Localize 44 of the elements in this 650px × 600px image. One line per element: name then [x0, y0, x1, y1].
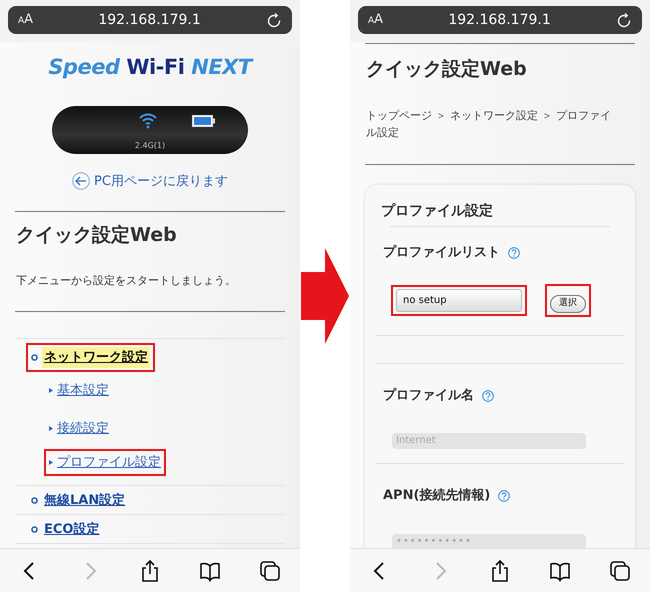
- text-size-button[interactable]: AA: [368, 10, 384, 30]
- intro-text: 下メニューから設定をスタートしましょう。: [16, 272, 237, 289]
- bullet-icon: [31, 354, 38, 361]
- input-field: Internet: [392, 433, 586, 450]
- select-field[interactable]: no setup: [396, 289, 522, 312]
- bullet-icon: [49, 460, 53, 465]
- bullet-icon: [49, 388, 53, 393]
- menu-link[interactable]: 無線LAN設定: [42, 490, 128, 512]
- field-label: プロファイルリスト: [383, 244, 500, 262]
- tabs-icon[interactable]: [259, 560, 281, 582]
- address-bar[interactable]: AA 192.168.179.1: [358, 6, 642, 34]
- address-bar[interactable]: AA 192.168.179.1: [8, 6, 292, 34]
- share-icon[interactable]: [139, 560, 161, 582]
- menu-link[interactable]: ネットワーク設定: [42, 346, 150, 368]
- card-title: プロファイル設定: [380, 202, 494, 221]
- band-label: 2.4G(1): [134, 140, 166, 152]
- page-title: クイック設定Web: [366, 58, 528, 81]
- field-label: プロファイル名: [383, 386, 474, 405]
- url-text: 192.168.179.1: [447, 10, 552, 30]
- share-icon[interactable]: [489, 560, 511, 582]
- submenu-link[interactable]: 基本設定: [57, 380, 109, 400]
- submenu-link[interactable]: 接続設定: [57, 418, 109, 438]
- help-icon[interactable]: [508, 246, 520, 259]
- back-link[interactable]: PC用ページに戻ります: [94, 172, 228, 191]
- text-size-button[interactable]: AA: [18, 10, 34, 30]
- menu-link[interactable]: ECO設定: [42, 518, 102, 540]
- field-label: APN(接続先情報): [383, 486, 490, 506]
- page-title: クイック設定Web: [16, 224, 178, 247]
- logo: Speed Wi-Fi NEXT: [48, 54, 252, 81]
- url-text: 192.168.179.1: [97, 10, 202, 30]
- reload-icon[interactable]: [266, 12, 282, 28]
- breadcrumb: トップページ ＞ ネットワーク設定 ＞ プロファイル設定: [366, 108, 612, 142]
- help-icon[interactable]: [482, 390, 494, 402]
- tabs-icon[interactable]: [609, 560, 631, 582]
- select-button[interactable]: 選択: [550, 295, 586, 313]
- help-icon[interactable]: [498, 490, 510, 502]
- bullet-icon: [31, 496, 38, 504]
- wifi-icon: [138, 110, 158, 128]
- arrow-icon: [301, 248, 349, 344]
- battery-icon: [192, 114, 215, 126]
- reload-icon[interactable]: [616, 12, 632, 28]
- bullet-icon: [31, 526, 38, 533]
- input-field: •••••••••••: [392, 534, 586, 548]
- bullet-icon: [49, 426, 53, 431]
